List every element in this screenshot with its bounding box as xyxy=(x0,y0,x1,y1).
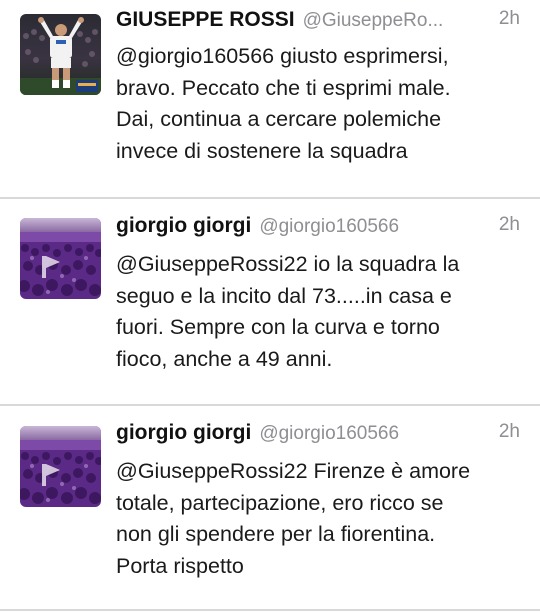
tweet-header: GIUSEPPE ROSSI @GiuseppeRo... 2h xyxy=(116,8,520,42)
tweet-timeline: GIUSEPPE ROSSI @GiuseppeRo... 2h @giorgio… xyxy=(0,0,540,613)
tweet-divider xyxy=(0,609,540,611)
display-name[interactable]: giorgio giorgi xyxy=(116,214,251,238)
avatar[interactable] xyxy=(20,218,101,299)
display-name[interactable]: giorgio giorgi xyxy=(116,421,251,445)
timestamp: 2h xyxy=(492,421,520,443)
tweet-text-line: fuori. Sempre con la curva e torno xyxy=(116,315,440,339)
tweet-text-line: @giorgio160566 giusto esprimersi, xyxy=(116,44,449,68)
timestamp: 2h xyxy=(492,214,520,236)
player-photo-avatar-icon xyxy=(20,14,101,95)
tweet-header: giorgio giorgi @giorgio160566 2h xyxy=(116,421,520,455)
tweet-text-line: non gli spendere per la fiorentina. xyxy=(116,522,436,546)
tweet-text-line: totale, partecipazione, ero ricco se xyxy=(116,490,444,515)
stadium-crowd-avatar-icon xyxy=(20,218,101,299)
avatar[interactable] xyxy=(20,14,101,95)
tweet-text-line: Dai, continua a cercare polemiche xyxy=(116,107,442,131)
stadium-crowd-avatar-icon xyxy=(20,426,101,507)
tweet-text-line: seguo e la incito dal 73.....in casa e xyxy=(116,283,452,308)
tweet[interactable]: GIUSEPPE ROSSI @GiuseppeRo... 2h @giorgio… xyxy=(0,0,540,198)
tweet-text: @giorgio160566 giusto esprimersi, bravo.… xyxy=(116,41,521,167)
tweet-text-line: bravo. Peccato che ti esprimi male. xyxy=(116,75,451,100)
tweet-text-line: @GiuseppeRossi22 io la squadra la xyxy=(116,252,460,276)
user-handle[interactable]: @giorgio160566 xyxy=(259,216,399,238)
tweet[interactable]: giorgio giorgi @giorgio160566 2h @Giusepp… xyxy=(0,405,540,613)
tweet-text-line: fioco, anche a 49 anni. xyxy=(116,346,333,371)
tweet-text-line: invece di sostenere la squadra xyxy=(116,138,408,163)
user-handle[interactable]: @giorgio160566 xyxy=(259,423,399,445)
tweet-header: giorgio giorgi @giorgio160566 2h xyxy=(116,214,520,248)
tweet-text: @GiuseppeRossi22 Firenze è amore totale,… xyxy=(116,456,521,582)
tweet-text: @GiuseppeRossi22 io la squadra la seguo … xyxy=(116,249,521,375)
tweet-text-line: @GiuseppeRossi22 Firenze è amore xyxy=(116,459,471,483)
user-handle[interactable]: @GiuseppeRo... xyxy=(303,10,444,32)
tweet[interactable]: giorgio giorgi @giorgio160566 2h @Giusepp… xyxy=(0,198,540,405)
avatar[interactable] xyxy=(20,426,101,507)
timestamp: 2h xyxy=(492,8,520,30)
display-name[interactable]: GIUSEPPE ROSSI xyxy=(116,8,295,32)
tweet-text-line: Porta rispetto xyxy=(116,553,244,578)
